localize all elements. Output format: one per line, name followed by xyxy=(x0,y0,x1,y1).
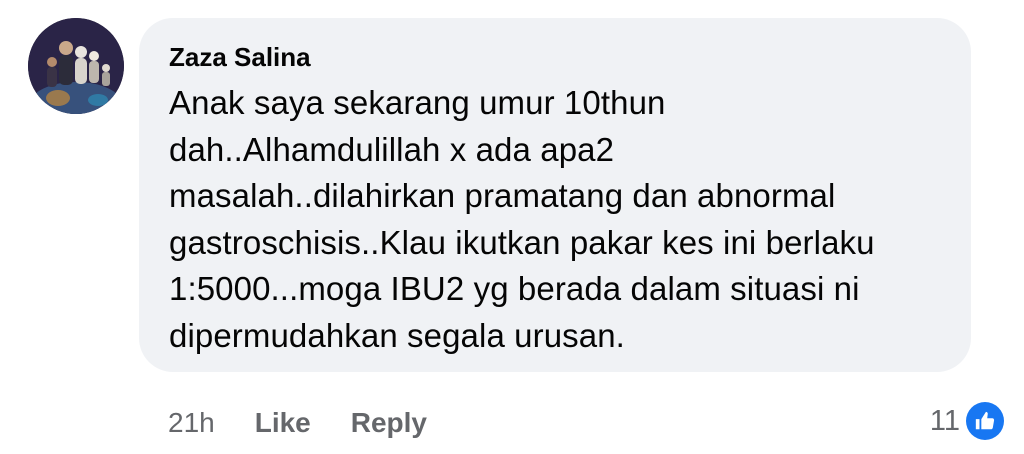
reaction-count: 11 xyxy=(929,404,960,437)
comment-actions: 21h Like Reply xyxy=(168,403,467,443)
comment-author[interactable]: Zaza Salina xyxy=(169,40,941,74)
thumbs-up-icon xyxy=(966,402,1004,440)
reply-button[interactable]: Reply xyxy=(351,407,427,439)
comment-text: Anak saya sekarang umur 10thun dah..Alha… xyxy=(169,84,875,354)
avatar[interactable] xyxy=(28,18,124,114)
reaction-summary[interactable]: 11 xyxy=(930,400,1004,442)
comment: Zaza Salina Anak saya sekarang umur 10th… xyxy=(0,0,1024,454)
comment-bubble: Zaza Salina Anak saya sekarang umur 10th… xyxy=(139,18,971,372)
avatar-photo xyxy=(28,18,124,114)
like-button[interactable]: Like xyxy=(255,407,311,439)
comment-timestamp[interactable]: 21h xyxy=(168,407,215,439)
